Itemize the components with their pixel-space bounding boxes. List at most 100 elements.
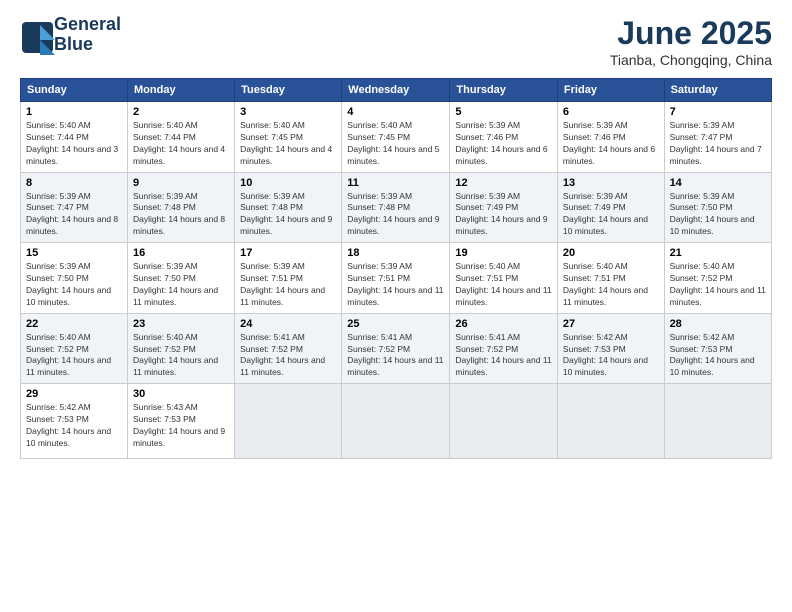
day-info: Sunrise: 5:39 AM Sunset: 7:46 PM Dayligh… [563,120,659,168]
day-number: 9 [133,177,229,189]
day-number: 16 [133,247,229,259]
day-info: Sunrise: 5:39 AM Sunset: 7:48 PM Dayligh… [240,191,336,239]
day-info: Sunrise: 5:40 AM Sunset: 7:52 PM Dayligh… [26,332,122,380]
calendar-cell: 21 Sunrise: 5:40 AM Sunset: 7:52 PM Dayl… [664,243,771,314]
day-number: 6 [563,106,659,118]
day-number: 22 [26,318,122,330]
day-info: Sunrise: 5:40 AM Sunset: 7:51 PM Dayligh… [563,261,659,309]
day-number: 20 [563,247,659,259]
calendar-cell: 20 Sunrise: 5:40 AM Sunset: 7:51 PM Dayl… [557,243,664,314]
day-info: Sunrise: 5:39 AM Sunset: 7:48 PM Dayligh… [347,191,444,239]
column-header-monday: Monday [128,79,235,102]
day-number: 4 [347,106,444,118]
day-number: 24 [240,318,336,330]
calendar-cell: 15 Sunrise: 5:39 AM Sunset: 7:50 PM Dayl… [21,243,128,314]
day-info: Sunrise: 5:43 AM Sunset: 7:53 PM Dayligh… [133,402,229,450]
day-number: 11 [347,177,444,189]
day-number: 19 [455,247,552,259]
calendar-cell: 19 Sunrise: 5:40 AM Sunset: 7:51 PM Dayl… [450,243,558,314]
calendar-cell: 26 Sunrise: 5:41 AM Sunset: 7:52 PM Dayl… [450,313,558,384]
day-info: Sunrise: 5:40 AM Sunset: 7:44 PM Dayligh… [133,120,229,168]
calendar-cell: 9 Sunrise: 5:39 AM Sunset: 7:48 PM Dayli… [128,172,235,243]
day-number: 26 [455,318,552,330]
column-header-wednesday: Wednesday [342,79,450,102]
column-header-thursday: Thursday [450,79,558,102]
day-number: 27 [563,318,659,330]
calendar-cell: 14 Sunrise: 5:39 AM Sunset: 7:50 PM Dayl… [664,172,771,243]
week-row-3: 15 Sunrise: 5:39 AM Sunset: 7:50 PM Dayl… [21,243,772,314]
day-number: 7 [670,106,766,118]
logo-line1: General [54,15,121,35]
day-info: Sunrise: 5:42 AM Sunset: 7:53 PM Dayligh… [563,332,659,380]
calendar-cell: 7 Sunrise: 5:39 AM Sunset: 7:47 PM Dayli… [664,102,771,173]
day-info: Sunrise: 5:40 AM Sunset: 7:52 PM Dayligh… [670,261,766,309]
day-info: Sunrise: 5:42 AM Sunset: 7:53 PM Dayligh… [670,332,766,380]
day-info: Sunrise: 5:39 AM Sunset: 7:50 PM Dayligh… [670,191,766,239]
day-number: 21 [670,247,766,259]
day-info: Sunrise: 5:39 AM Sunset: 7:47 PM Dayligh… [670,120,766,168]
calendar-cell [342,384,450,459]
week-row-2: 8 Sunrise: 5:39 AM Sunset: 7:47 PM Dayli… [21,172,772,243]
calendar-cell: 12 Sunrise: 5:39 AM Sunset: 7:49 PM Dayl… [450,172,558,243]
day-info: Sunrise: 5:41 AM Sunset: 7:52 PM Dayligh… [240,332,336,380]
day-number: 17 [240,247,336,259]
day-info: Sunrise: 5:40 AM Sunset: 7:45 PM Dayligh… [240,120,336,168]
day-info: Sunrise: 5:40 AM Sunset: 7:51 PM Dayligh… [455,261,552,309]
calendar-cell: 23 Sunrise: 5:40 AM Sunset: 7:52 PM Dayl… [128,313,235,384]
day-number: 3 [240,106,336,118]
day-info: Sunrise: 5:39 AM Sunset: 7:48 PM Dayligh… [133,191,229,239]
title-block: June 2025 Tianba, Chongqing, China [610,15,772,68]
logo-line2: Blue [54,35,121,55]
calendar-cell: 10 Sunrise: 5:39 AM Sunset: 7:48 PM Dayl… [235,172,342,243]
header-row: SundayMondayTuesdayWednesdayThursdayFrid… [21,79,772,102]
day-number: 13 [563,177,659,189]
calendar-cell: 24 Sunrise: 5:41 AM Sunset: 7:52 PM Dayl… [235,313,342,384]
day-info: Sunrise: 5:39 AM Sunset: 7:49 PM Dayligh… [563,191,659,239]
calendar-cell: 13 Sunrise: 5:39 AM Sunset: 7:49 PM Dayl… [557,172,664,243]
column-header-saturday: Saturday [664,79,771,102]
day-number: 14 [670,177,766,189]
day-info: Sunrise: 5:40 AM Sunset: 7:52 PM Dayligh… [133,332,229,380]
calendar-cell [557,384,664,459]
calendar-cell: 27 Sunrise: 5:42 AM Sunset: 7:53 PM Dayl… [557,313,664,384]
day-number: 25 [347,318,444,330]
day-number: 10 [240,177,336,189]
day-number: 15 [26,247,122,259]
calendar-cell: 4 Sunrise: 5:40 AM Sunset: 7:45 PM Dayli… [342,102,450,173]
calendar-cell: 6 Sunrise: 5:39 AM Sunset: 7:46 PM Dayli… [557,102,664,173]
calendar-cell: 5 Sunrise: 5:39 AM Sunset: 7:46 PM Dayli… [450,102,558,173]
calendar-cell: 29 Sunrise: 5:42 AM Sunset: 7:53 PM Dayl… [21,384,128,459]
day-number: 1 [26,106,122,118]
logo-text: General Blue [54,15,121,55]
calendar-cell: 30 Sunrise: 5:43 AM Sunset: 7:53 PM Dayl… [128,384,235,459]
day-number: 12 [455,177,552,189]
day-info: Sunrise: 5:40 AM Sunset: 7:44 PM Dayligh… [26,120,122,168]
column-header-tuesday: Tuesday [235,79,342,102]
calendar-title: June 2025 [610,15,772,52]
day-number: 8 [26,177,122,189]
calendar-cell: 18 Sunrise: 5:39 AM Sunset: 7:51 PM Dayl… [342,243,450,314]
day-number: 5 [455,106,552,118]
calendar-cell: 25 Sunrise: 5:41 AM Sunset: 7:52 PM Dayl… [342,313,450,384]
day-info: Sunrise: 5:40 AM Sunset: 7:45 PM Dayligh… [347,120,444,168]
week-row-4: 22 Sunrise: 5:40 AM Sunset: 7:52 PM Dayl… [21,313,772,384]
day-info: Sunrise: 5:39 AM Sunset: 7:49 PM Dayligh… [455,191,552,239]
day-info: Sunrise: 5:42 AM Sunset: 7:53 PM Dayligh… [26,402,122,450]
day-number: 30 [133,388,229,400]
calendar-cell: 8 Sunrise: 5:39 AM Sunset: 7:47 PM Dayli… [21,172,128,243]
week-row-1: 1 Sunrise: 5:40 AM Sunset: 7:44 PM Dayli… [21,102,772,173]
calendar-cell: 11 Sunrise: 5:39 AM Sunset: 7:48 PM Dayl… [342,172,450,243]
day-info: Sunrise: 5:39 AM Sunset: 7:47 PM Dayligh… [26,191,122,239]
day-info: Sunrise: 5:41 AM Sunset: 7:52 PM Dayligh… [347,332,444,380]
day-info: Sunrise: 5:39 AM Sunset: 7:51 PM Dayligh… [240,261,336,309]
day-number: 29 [26,388,122,400]
column-header-friday: Friday [557,79,664,102]
day-info: Sunrise: 5:39 AM Sunset: 7:51 PM Dayligh… [347,261,444,309]
day-number: 18 [347,247,444,259]
header: General Blue June 2025 Tianba, Chongqing… [20,15,772,68]
page: General Blue June 2025 Tianba, Chongqing… [0,0,792,612]
week-row-5: 29 Sunrise: 5:42 AM Sunset: 7:53 PM Dayl… [21,384,772,459]
calendar-cell [664,384,771,459]
day-number: 2 [133,106,229,118]
calendar-cell [450,384,558,459]
